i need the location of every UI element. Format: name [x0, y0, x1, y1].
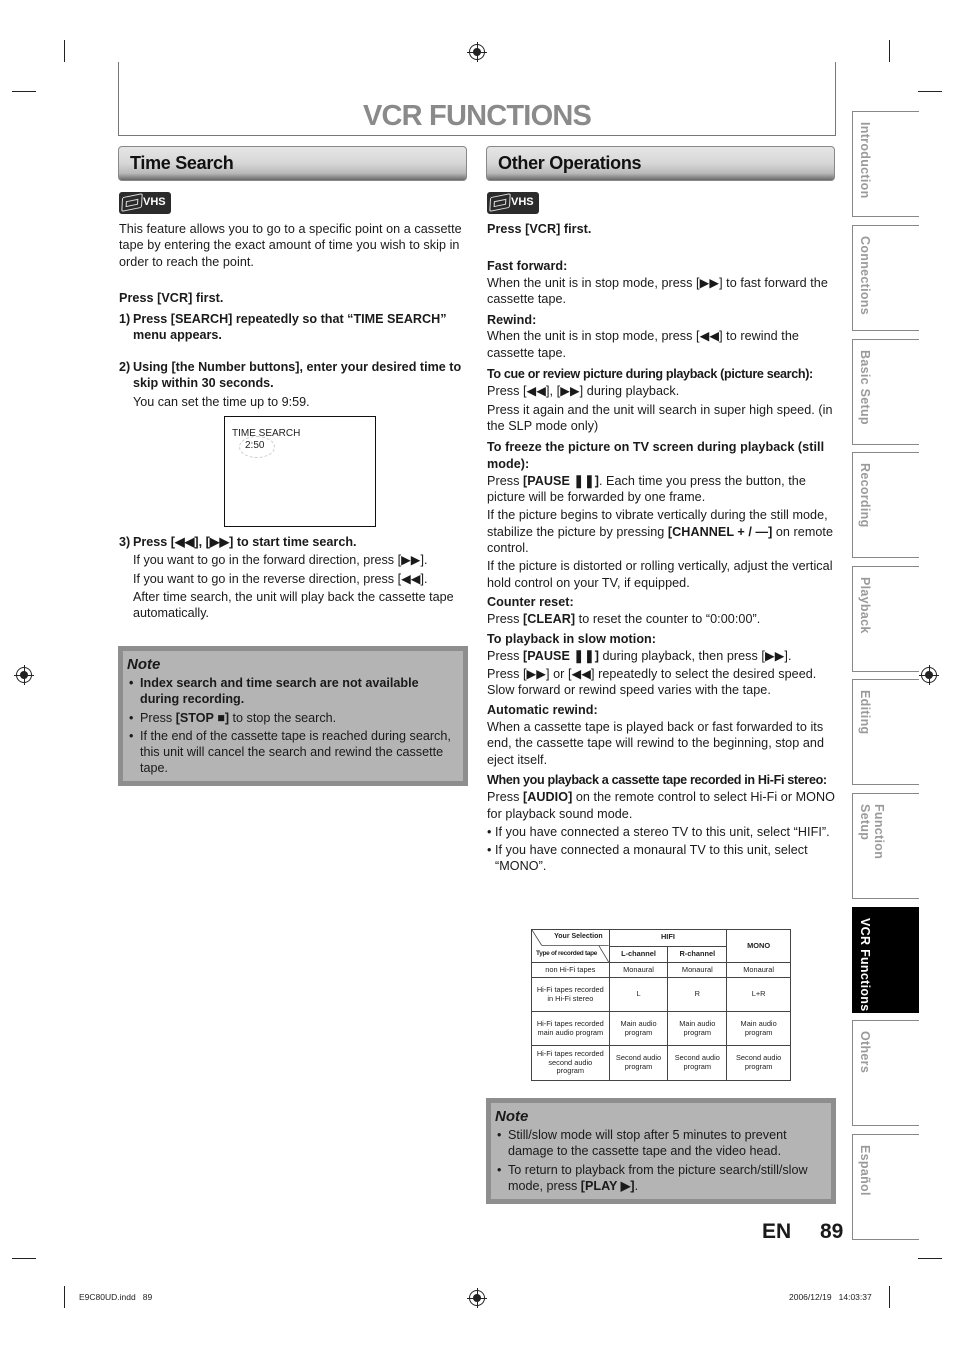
- footer-datetime: 2006/12/19 14:03:37: [789, 1292, 872, 1302]
- auto-rewind-title: Automatic rewind:: [487, 702, 598, 717]
- fast-forward-title: Fast forward:: [487, 259, 568, 274]
- note-item: Press [STOP ■] to stop the search.: [127, 710, 459, 727]
- crop-mark: [889, 40, 890, 62]
- note-box-other-operations: Note Still/slow mode will stop after 5 m…: [486, 1098, 836, 1204]
- crop-mark: [889, 1286, 890, 1308]
- table-row: Hi-Fi tapes recorded second audio progra…: [531, 1045, 791, 1081]
- vhs-badge: VHS: [487, 192, 539, 214]
- table-row: non Hi-Fi tapes Monaural Monaural Monaur…: [531, 962, 791, 978]
- page-language: EN: [762, 1220, 792, 1243]
- slow-motion-title: To playback in slow motion:: [487, 631, 657, 646]
- other-operations-content: Press [VCR] first. Fast forward: When th…: [487, 221, 837, 875]
- step-3: 3) Press [◀◀], [▶▶] to start time search…: [119, 535, 454, 621]
- footer-filename: E9C80UD.indd 89: [79, 1292, 153, 1302]
- cassette-icon: [489, 193, 511, 212]
- registration-mark-icon: [919, 665, 939, 685]
- audio-mode-table: Your Selection Type of recorded tape HIF…: [531, 929, 791, 1081]
- registration-mark-icon: [14, 665, 34, 685]
- step-2: 2) Using [the Number buttons], enter you…: [119, 360, 462, 409]
- side-tab-basic-setup[interactable]: Basic Setup: [852, 339, 919, 445]
- still-mode-title: To freeze the picture on TV screen durin…: [487, 440, 825, 471]
- registration-mark-icon: [467, 42, 487, 62]
- crop-mark: [12, 91, 36, 92]
- side-tab-vcr-functions[interactable]: VCR Functions: [852, 907, 919, 1013]
- hifi-title: When you playback a cassette tape record…: [487, 772, 827, 787]
- table-header-mono: MONO: [726, 929, 791, 963]
- crop-mark: [12, 1258, 36, 1259]
- side-tab-editing[interactable]: Editing: [852, 679, 919, 785]
- note-item: If the end of the cassette tape is reach…: [127, 728, 459, 777]
- crop-mark: [918, 91, 942, 92]
- note-item: Still/slow mode will stop after 5 minute…: [495, 1127, 827, 1160]
- rewind-title: Rewind:: [487, 313, 537, 328]
- time-search-intro: This feature allows you to go to a speci…: [119, 222, 462, 269]
- note-item: Index search and time search are not ava…: [127, 675, 459, 708]
- note-title: Note: [127, 656, 161, 673]
- table-header-hifi: HIFI: [608, 929, 728, 947]
- table-header-r-channel: R-channel: [667, 945, 728, 963]
- rewind-text: When the unit is in stop mode, press [◀◀…: [487, 329, 799, 360]
- hifi-bullet: If you have connected a stereo TV to thi…: [487, 824, 837, 841]
- table-row: Hi-Fi tapes recorded in Hi-Fi stereo L R…: [531, 977, 791, 1012]
- hifi-bullet: If you have connected a monaural TV to t…: [487, 842, 837, 875]
- note-box-time-search: Note Index search and time search are no…: [118, 646, 468, 786]
- fast-forward-text: When the unit is in stop mode, press [▶▶…: [487, 275, 828, 306]
- section-header-time-search: Time Search: [118, 146, 467, 181]
- note-item: To return to playback from the picture s…: [495, 1162, 827, 1195]
- note-title: Note: [495, 1108, 529, 1125]
- title-frame: VCR FUNCTIONS: [118, 62, 836, 136]
- side-tab-playback[interactable]: Playback: [852, 566, 919, 672]
- side-tab-connections[interactable]: Connections: [852, 225, 919, 331]
- section-header-other-operations: Other Operations: [486, 146, 835, 181]
- page-title: VCR FUNCTIONS: [362, 100, 592, 132]
- side-tab-introduction[interactable]: Introduction: [852, 111, 919, 217]
- registration-mark-icon: [467, 1288, 487, 1308]
- side-tab-others[interactable]: Others: [852, 1020, 919, 1126]
- table-row: Hi-Fi tapes recorded main audio program …: [531, 1011, 791, 1046]
- crop-mark: [64, 40, 65, 62]
- table-header-l-channel: L-channel: [608, 945, 669, 963]
- crop-mark: [918, 1258, 942, 1259]
- side-tab-espanol[interactable]: Español: [852, 1134, 919, 1240]
- table-corner-cell: Your Selection Type of recorded tape: [531, 929, 610, 963]
- picture-search-title: To cue or review picture during playback…: [487, 367, 813, 382]
- cassette-icon: [121, 193, 143, 212]
- crop-mark: [64, 1286, 65, 1308]
- vhs-badge: VHS: [119, 192, 171, 214]
- side-tab-function-setup[interactable]: Function Setup: [852, 793, 919, 899]
- side-tab-recording[interactable]: Recording: [852, 452, 919, 558]
- press-vcr-first: Press [VCR] first.: [119, 291, 224, 305]
- time-search-osd-screen: TIME SEARCH 2:50: [224, 416, 376, 527]
- osd-time: 2:50: [245, 440, 265, 451]
- counter-reset-title: Counter reset:: [487, 594, 574, 609]
- page-number: 89: [820, 1220, 844, 1243]
- step-1: 1) Press [SEARCH] repeatedly so that “TI…: [119, 312, 447, 343]
